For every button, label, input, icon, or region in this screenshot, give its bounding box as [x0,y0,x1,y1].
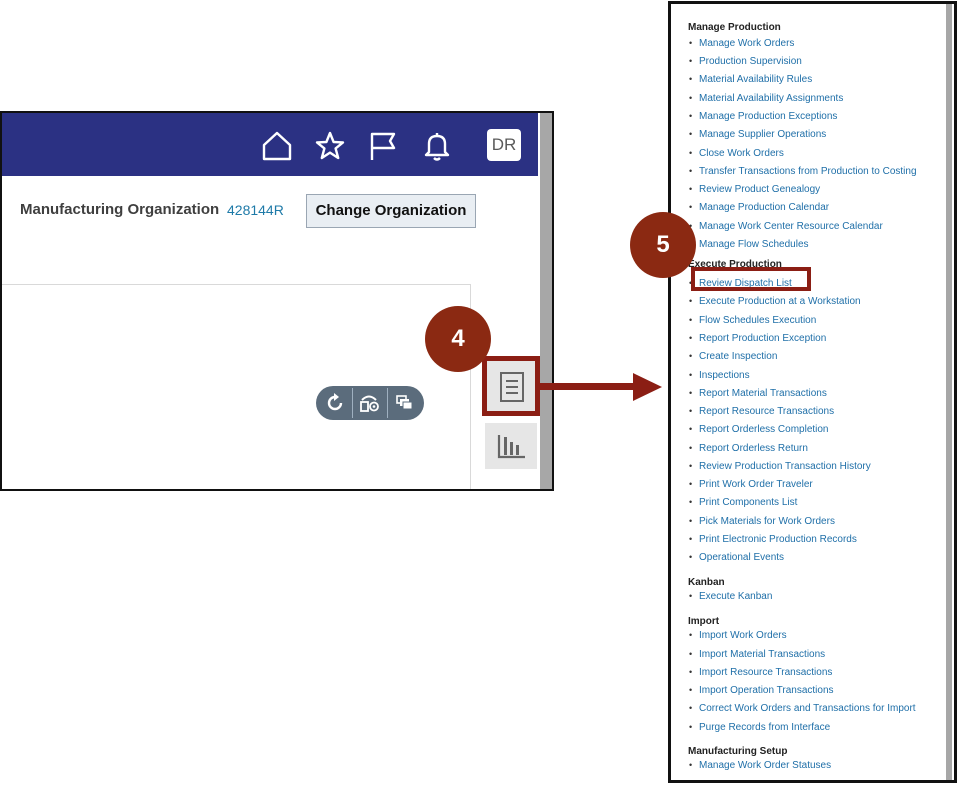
task-link[interactable]: Manage Work Orders [689,38,794,49]
scrollbar[interactable] [540,113,552,489]
task-link[interactable]: Import Operation Transactions [689,685,833,696]
analytics-panel-button[interactable] [485,423,537,469]
task-link[interactable]: Flow Schedules Execution [689,315,816,326]
toolbar-pill [316,386,424,420]
task-link[interactable]: Create Inspection [689,351,777,362]
task-link[interactable]: Report Orderless Return [689,443,808,454]
org-label: Manufacturing Organization [20,201,220,218]
task-link[interactable]: Material Availability Rules [689,74,812,85]
section-title: Import [688,616,720,627]
star-icon[interactable] [313,129,347,163]
task-link[interactable]: Material Availability Assignments [689,93,843,104]
dispatch-settings-icon[interactable] [354,390,384,416]
task-link[interactable]: Transfer Transactions from Production to… [689,166,916,177]
task-link[interactable]: Manage Production Calendar [689,202,829,213]
highlight-box [691,267,811,291]
arrow-right-icon [538,373,662,401]
section-title: Manufacturing Setup [688,746,788,757]
task-link[interactable]: Print Components List [689,497,797,508]
scrollbar[interactable] [946,4,952,780]
task-link[interactable]: Operational Events [689,552,784,563]
avatar[interactable]: DR [487,129,521,161]
task-link[interactable]: Review Product Genealogy [689,184,820,195]
task-link[interactable]: Import Resource Transactions [689,667,832,678]
bell-icon[interactable] [420,129,454,163]
copy-windows-icon[interactable] [390,390,420,416]
flag-icon[interactable] [366,129,400,163]
task-link[interactable]: Manage Flow Schedules [689,239,808,250]
task-link[interactable]: Report Orderless Completion [689,424,828,435]
task-link[interactable]: Report Material Transactions [689,388,827,399]
task-link[interactable]: Inspections [689,370,750,381]
section-title: Manage Production [688,22,781,33]
divider [352,388,353,418]
tasks-panel-button[interactable] [482,356,540,416]
task-link[interactable]: Import Work Orders [689,630,787,641]
task-link[interactable]: Report Production Exception [689,333,826,344]
task-link[interactable]: Correct Work Orders and Transactions for… [689,703,916,714]
task-link[interactable]: Close Work Orders [689,148,784,159]
task-link[interactable]: Manage Work Center Resource Calendar [689,221,883,232]
section-title: Kanban [688,577,725,588]
task-link[interactable]: Review Production Transaction History [689,461,871,472]
global-header: DR [2,113,538,176]
task-link[interactable]: Execute Kanban [689,591,772,602]
app-window: DR Manufacturing Organization 428144R Ch… [0,111,554,491]
divider [387,388,388,418]
step-4-callout: 4 [425,306,491,372]
tasks-panel: Manage Production Manage Work Orders Produ… [668,1,957,783]
task-link[interactable]: Print Electronic Production Records [689,534,857,545]
refresh-icon[interactable] [320,390,350,416]
task-link[interactable]: Pick Materials for Work Orders [689,516,835,527]
home-icon[interactable] [260,129,294,163]
task-link[interactable]: Manage Work Order Statuses [689,760,831,771]
task-link[interactable]: Report Resource Transactions [689,406,834,417]
task-link[interactable]: Print Work Order Traveler [689,479,813,490]
task-link[interactable]: Manage Supplier Operations [689,129,826,140]
task-link[interactable]: Production Supervision [689,56,802,67]
tasks-document-icon [500,372,524,402]
task-link[interactable]: Import Material Transactions [689,649,825,660]
task-link[interactable]: Purge Records from Interface [689,722,830,733]
bar-chart-icon [497,435,525,459]
task-link[interactable]: Manage Production Exceptions [689,111,837,122]
task-link[interactable]: Execute Production at a Workstation [689,296,861,307]
step-5-callout: 5 [630,212,696,278]
change-organization-button[interactable]: Change Organization [306,194,476,228]
org-code-link[interactable]: 428144R [227,202,284,218]
